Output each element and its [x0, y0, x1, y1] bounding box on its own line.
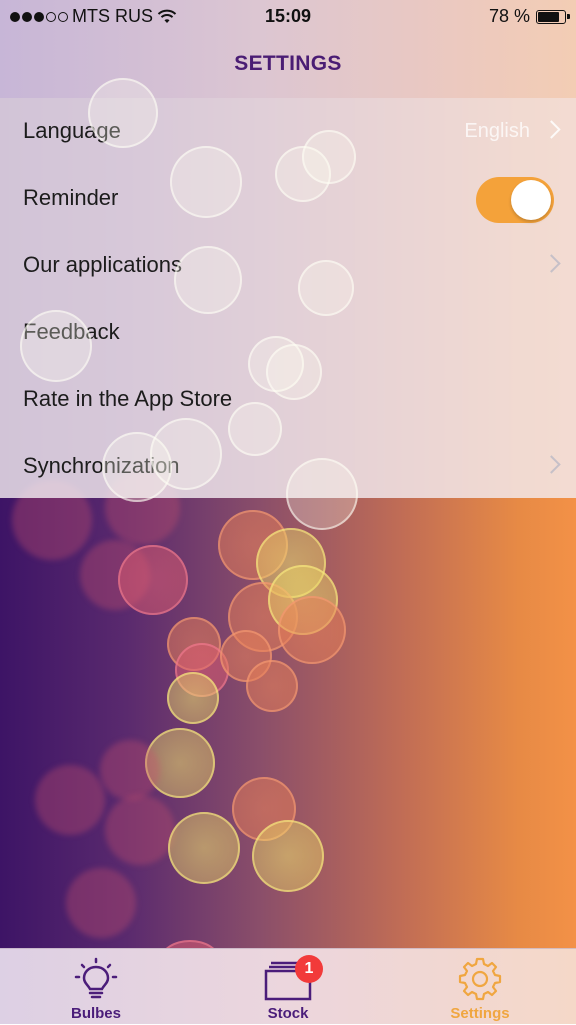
bokeh-circle: [266, 344, 322, 400]
bokeh-circle: [168, 812, 240, 884]
bokeh-circle: [66, 868, 136, 938]
stock-badge: 1: [295, 955, 323, 983]
tab-bar: Bulbes 1 Stock Settings: [0, 948, 576, 1024]
settings-row-our-applications[interactable]: Our applications: [0, 232, 576, 298]
bokeh-circle: [278, 596, 346, 664]
battery-group: 78 %: [488, 6, 570, 27]
tab-settings[interactable]: Settings: [384, 949, 576, 1025]
bokeh-circle: [100, 740, 160, 800]
toggle-knob: [511, 180, 551, 220]
battery-icon: [536, 9, 570, 24]
chevron-right-icon: [542, 254, 561, 273]
reminder-label: Reminder: [23, 185, 119, 210]
bokeh-circle: [118, 545, 188, 615]
bokeh-circle: [150, 418, 222, 490]
gear-icon: [458, 957, 502, 1001]
language-value: English: [464, 120, 530, 142]
rate-label: Rate in the App Store: [23, 386, 233, 411]
bokeh-circle: [252, 820, 324, 892]
bokeh-circle: [228, 402, 282, 456]
bokeh-circle: [35, 765, 105, 835]
our-applications-label: Our applications: [23, 252, 182, 277]
bokeh-circle: [88, 78, 158, 148]
status-bar: MTS RUS 15:09 78 %: [0, 0, 576, 32]
bokeh-circle: [167, 672, 219, 724]
bokeh-circle: [286, 458, 358, 530]
page-title: SETTINGS: [234, 52, 342, 75]
chevron-right-icon: [542, 120, 561, 139]
tab-label: Settings: [450, 1005, 510, 1022]
bokeh-circle: [298, 260, 354, 316]
chevron-right-icon: [542, 455, 561, 474]
navigation-bar: MTS RUS 15:09 78 % SETTINGS: [0, 0, 576, 98]
bokeh-circle: [170, 146, 242, 218]
battery-percent: 78 %: [488, 6, 530, 26]
bokeh-circle: [174, 246, 242, 314]
tab-label: Stock: [267, 1005, 309, 1022]
reminder-toggle[interactable]: [476, 177, 554, 223]
settings-list: Language English Reminder Our applicatio…: [0, 78, 576, 530]
bokeh-circle: [20, 310, 92, 382]
tab-stock[interactable]: 1 Stock: [192, 949, 384, 1025]
bokeh-circle: [105, 795, 175, 865]
lightbulb-icon: [74, 957, 118, 999]
bokeh-circle: [302, 130, 356, 184]
bokeh-circle: [246, 660, 298, 712]
tab-bulbes[interactable]: Bulbes: [0, 949, 192, 1025]
tab-label: Bulbes: [70, 1005, 121, 1022]
